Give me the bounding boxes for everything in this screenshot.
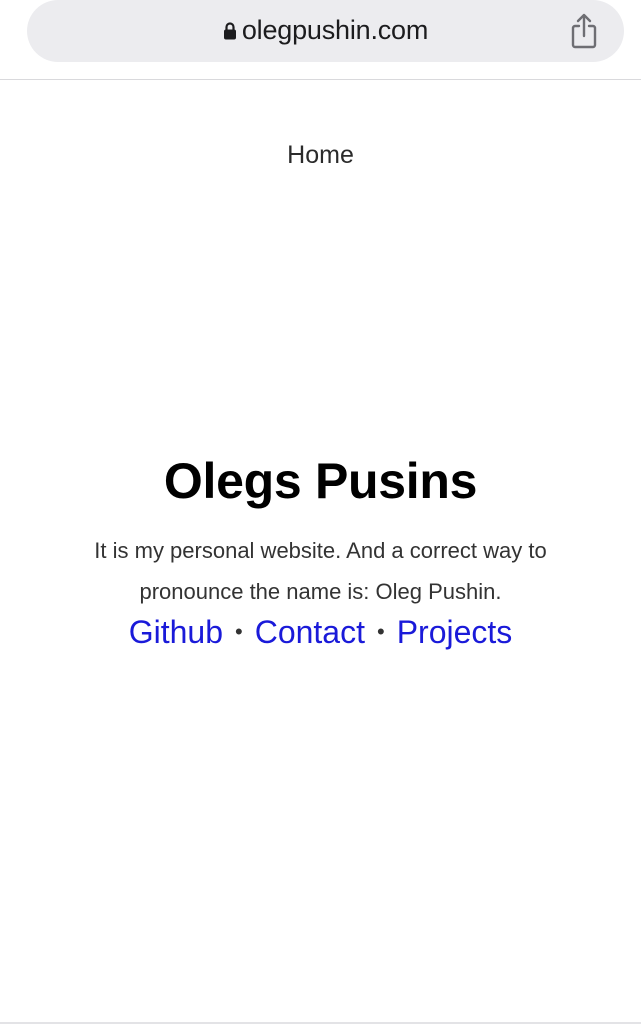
page-title: Olegs Pusins xyxy=(163,453,478,509)
lock-icon xyxy=(223,21,237,41)
nav-home-link[interactable]: Home xyxy=(287,141,354,169)
url-text: olegpushin.com xyxy=(241,15,429,45)
github-link[interactable]: Github xyxy=(129,614,223,650)
browser-toolbar: olegpushin.com xyxy=(0,0,641,80)
address-bar-content: olegpushin.com xyxy=(27,13,624,47)
social-links: Github • Contact • Projects xyxy=(0,612,641,656)
intro-text: It is my personal website. And a correct… xyxy=(94,538,547,604)
link-separator: • xyxy=(235,619,243,644)
share-icon[interactable] xyxy=(568,12,600,50)
contact-link[interactable]: Contact xyxy=(255,614,365,650)
address-bar[interactable]: olegpushin.com xyxy=(27,0,624,62)
link-separator: • xyxy=(376,619,385,644)
browser-screen: olegpushin.com Home Olegs Pusins It is m… xyxy=(0,0,641,1024)
projects-link[interactable]: Projects xyxy=(397,614,513,650)
nav-bar: Home xyxy=(0,140,641,170)
